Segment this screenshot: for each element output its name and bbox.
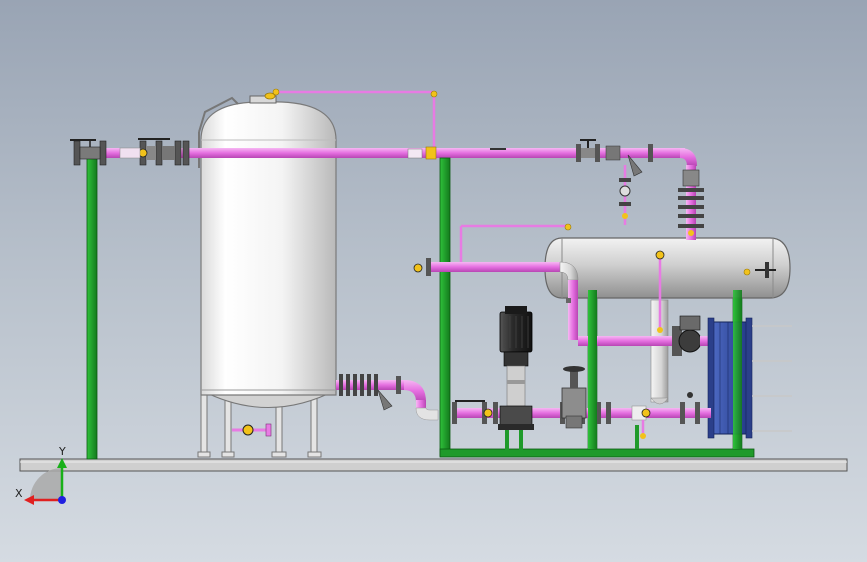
flash-inlet-pipe [413,258,579,340]
z-axis-dot [58,496,66,504]
vertical-storage-tank [197,92,337,458]
horizontal-flash-tank [544,237,791,299]
vertical-multistage-pump [498,306,534,430]
y-axis-label: Y [58,445,66,458]
tank-outlet-pipe [336,374,439,421]
cad-viewport[interactable]: Y X [0,0,867,562]
tie-rods [752,325,792,432]
base-plate [19,458,848,472]
coordinate-triad: Y X [15,445,67,505]
assembly-drawing: Y X [15,88,848,505]
plate-heat-exchanger [707,290,792,449]
drain-valve-handwheel [242,424,254,436]
phe-upper-pipe [578,315,714,356]
x-axis-label: X [15,487,23,500]
left-support-column [86,157,98,460]
right-valve-stack [678,169,704,240]
